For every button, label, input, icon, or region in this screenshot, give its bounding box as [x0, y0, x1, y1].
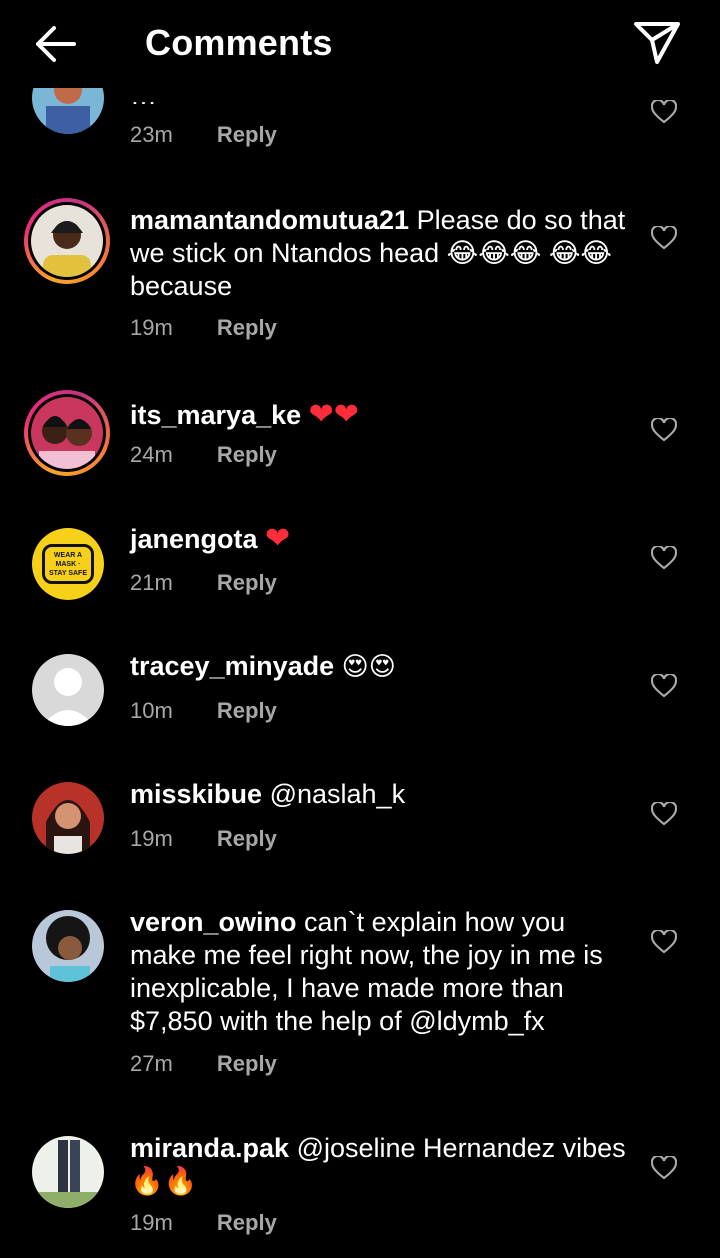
avatar-story-ring[interactable] [24, 198, 110, 284]
avatar[interactable] [32, 910, 104, 982]
avatar[interactable] [32, 782, 104, 854]
comment-item: its_marya_ke ❤❤ 24m Reply [0, 390, 720, 480]
comment-body: its_marya_ke ❤❤ [130, 398, 630, 432]
avatar[interactable]: WEAR A MASK · STAY SAFE [32, 528, 104, 600]
comment-meta: 10m Reply [130, 698, 277, 724]
share-button[interactable] [630, 18, 684, 68]
avatar-story-ring[interactable] [24, 390, 110, 476]
comment-username[interactable]: janengota [130, 524, 258, 554]
avatar[interactable] [32, 654, 104, 726]
comment-item: miranda.pak @joseline Hernandez vibes🔥🔥 … [0, 1130, 720, 1240]
comment-meta: 24m Reply [130, 442, 277, 468]
page-title: Comments [145, 22, 333, 63]
heart-outline-icon[interactable] [651, 546, 677, 570]
comment-body: veron_owino can`t explain how you make m… [130, 906, 630, 1038]
reply-button[interactable]: Reply [217, 570, 277, 595]
avatar [31, 205, 103, 277]
comment-body: tracey_minyade 😍😍 [130, 650, 630, 684]
comment-username[interactable]: misskibue [130, 779, 262, 809]
avatar [31, 397, 103, 469]
comment-time: 19m [130, 826, 173, 851]
comment-item: misskibue @naslah_k 19m Reply [0, 776, 720, 866]
comment-body: janengota ❤ [130, 522, 630, 556]
comment-text: 😍😍 [341, 652, 396, 682]
paper-plane-icon [634, 22, 680, 64]
comment-body: miranda.pak @joseline Hernandez vibes🔥🔥 [130, 1132, 630, 1198]
comment-username[interactable]: miranda.pak [130, 1133, 289, 1163]
comment-item: WEAR A MASK · STAY SAFE janengota ❤ 21m … [0, 520, 720, 610]
comment-time: 27m [130, 1051, 173, 1076]
top-bar: Comments [0, 0, 720, 88]
avatar[interactable] [32, 1136, 104, 1208]
comment-username[interactable]: tracey_minyade [130, 651, 334, 681]
arrow-left-icon [36, 26, 76, 62]
comment-meta: 27m Reply [130, 1051, 277, 1077]
back-button[interactable] [26, 18, 86, 70]
heart-outline-icon[interactable] [651, 1156, 677, 1180]
comment-item: mamantandomutua21 Please do so that we s… [0, 198, 720, 348]
comment-body: misskibue @naslah_k [130, 778, 630, 811]
heart-outline-icon[interactable] [651, 674, 677, 698]
reply-button[interactable]: Reply [217, 698, 277, 723]
comment-item: … 23m Reply [0, 62, 720, 168]
heart-outline-icon[interactable] [651, 930, 677, 954]
heart-outline-icon[interactable] [651, 418, 677, 442]
comment-username[interactable]: veron_owino [130, 907, 297, 937]
comment-time: 19m [130, 1210, 173, 1235]
reply-button[interactable]: Reply [217, 1051, 277, 1076]
reply-button[interactable]: Reply [217, 315, 277, 340]
heart-outline-icon[interactable] [651, 100, 677, 124]
comment-meta: 23m Reply [130, 122, 277, 148]
reply-button[interactable]: Reply [217, 826, 277, 851]
avatar-logo-text: WEAR A MASK · STAY SAFE [42, 544, 94, 584]
reply-button[interactable]: Reply [217, 442, 277, 467]
comment-text: ❤ [265, 521, 291, 556]
comment-time: 24m [130, 442, 173, 467]
reply-button[interactable]: Reply [217, 122, 277, 147]
comment-text: ❤❤ [308, 397, 359, 432]
reply-button[interactable]: Reply [217, 1210, 277, 1235]
comment-username[interactable]: mamantandomutua21 [130, 205, 409, 235]
comment-meta: 19m Reply [130, 315, 277, 341]
comment-time: 10m [130, 698, 173, 723]
comment-time: 23m [130, 122, 173, 147]
comment-username[interactable]: its_marya_ke [130, 400, 301, 430]
heart-outline-icon[interactable] [651, 802, 677, 826]
default-user-icon [42, 668, 94, 726]
comment-time: 19m [130, 315, 173, 340]
heart-outline-icon[interactable] [651, 226, 677, 250]
comment-time: 21m [130, 570, 173, 595]
comment-item: tracey_minyade 😍😍 10m Reply [0, 648, 720, 738]
comment-body: mamantandomutua21 Please do so that we s… [130, 204, 630, 303]
comment-meta: 21m Reply [130, 570, 277, 596]
comment-meta: 19m Reply [130, 1210, 277, 1236]
comment-item: veron_owino can`t explain how you make m… [0, 904, 720, 1084]
comment-text: @naslah_k [269, 779, 406, 809]
comment-meta: 19m Reply [130, 826, 277, 852]
